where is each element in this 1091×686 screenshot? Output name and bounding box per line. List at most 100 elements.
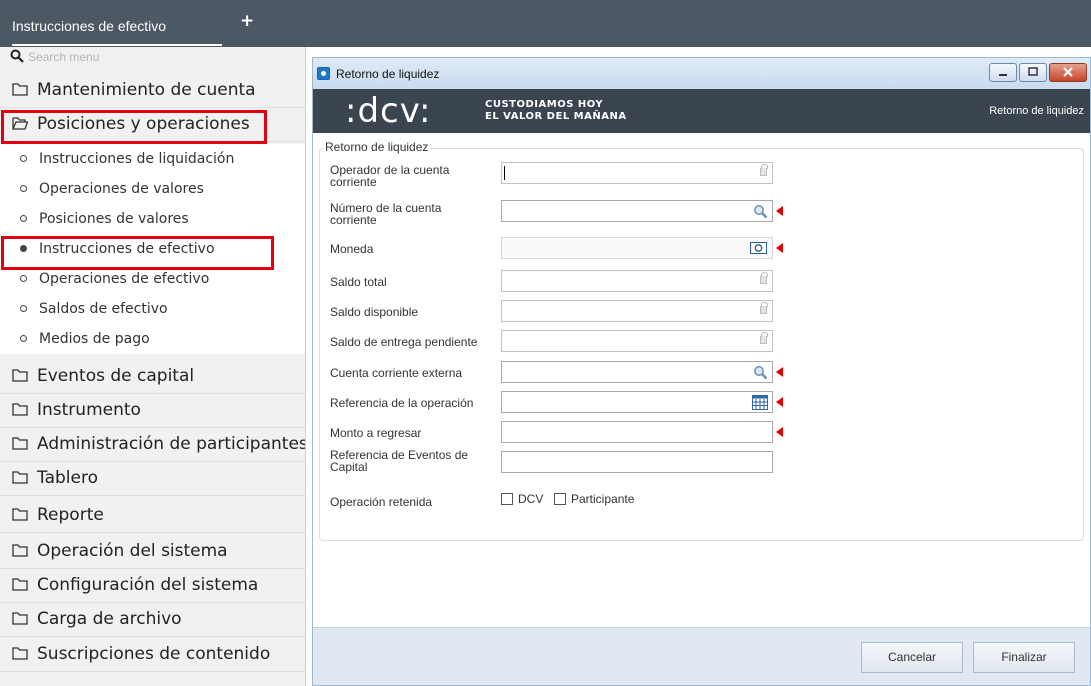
menu-label: Mantenimiento de cuenta [37, 80, 256, 100]
folder-icon [12, 403, 28, 416]
referencia-eventos-field[interactable] [501, 451, 773, 473]
folder-icon [12, 83, 28, 96]
menu-item-instrumento[interactable]: Instrumento [0, 394, 305, 428]
close-button[interactable] [1049, 63, 1087, 82]
menu-label: Configuración del sistema [37, 575, 259, 595]
menu-label: Instrumento [37, 400, 141, 420]
calendar-icon[interactable] [752, 395, 768, 410]
form-area: Retorno de liquidez Operador de la cuent… [313, 133, 1090, 627]
minimize-button[interactable] [989, 63, 1017, 82]
menu-label: Operación del sistema [37, 541, 228, 561]
menu-item-administracion-de-participantes[interactable]: Administración de participantes [0, 428, 306, 462]
bullet-icon [20, 185, 27, 192]
form-legend: Retorno de liquidez [323, 140, 431, 154]
required-marker [776, 206, 783, 216]
menu-label: Reporte [37, 505, 104, 525]
folder-icon [12, 647, 28, 660]
submenu-item-posiciones-de-valores[interactable]: Posiciones de valores [0, 204, 305, 234]
bullet-icon [20, 155, 27, 162]
label-saldo-entrega-pendiente: Saldo de entrega pendiente [330, 335, 478, 349]
label-cuenta-externa: Cuenta corriente externa [330, 366, 463, 380]
menu-item-eventos-de-capital[interactable]: Eventos de capital [0, 360, 305, 394]
checkbox-box[interactable] [554, 493, 566, 505]
label-numero-cuenta: Número de la cuenta corriente [330, 201, 442, 227]
slogan-line-2: EL VALOR DEL MAÑANA [485, 111, 627, 122]
required-marker [776, 397, 783, 407]
dialog-retorno-de-liquidez: Retorno de liquidez :dcv: CUSTODIAMOS HO… [312, 57, 1091, 686]
label-monto-regresar: Monto a regresar [330, 426, 422, 440]
checkbox-box[interactable] [501, 493, 513, 505]
menu-label: Administración de participantes [37, 434, 306, 454]
menu-item-mantenimiento-de-cuenta[interactable]: Mantenimiento de cuenta [0, 74, 305, 108]
currency-icon[interactable] [750, 242, 767, 254]
label-operacion-retenida: Operación retenida [330, 495, 433, 509]
operador-field[interactable] [501, 162, 773, 184]
menu-item-carga-de-archivo[interactable]: Carga de archivo [0, 603, 305, 637]
menu-item-configuracion-del-sistema[interactable]: Configuración del sistema [0, 569, 305, 603]
moneda-field[interactable] [501, 237, 773, 259]
folder-icon [12, 471, 28, 484]
submenu-label: Posiciones de valores [39, 211, 189, 227]
minimize-icon [999, 74, 1007, 76]
window-titlebar: Retorno de liquidez [313, 58, 1090, 89]
referencia-operacion-field[interactable] [501, 391, 773, 413]
menu-item-reporte[interactable]: Reporte [0, 499, 305, 533]
checkbox-label: Participante [571, 492, 635, 506]
menu-label: Eventos de capital [37, 366, 195, 386]
menu-label: Suscripciones de contenido [37, 644, 271, 664]
submenu-item-saldos-de-efectivo[interactable]: Saldos de efectivo [0, 294, 305, 324]
window-title: Retorno de liquidez [336, 67, 440, 81]
label-operador: Operador de la cuenta corriente [330, 163, 450, 189]
lock-icon [760, 272, 768, 284]
folder-icon [12, 508, 28, 521]
menu-item-operacion-del-sistema[interactable]: Operación del sistema [0, 535, 305, 569]
monto-regresar-field[interactable] [501, 421, 773, 443]
folder-icon [12, 369, 28, 382]
submenu-item-instrucciones-de-liquidacion[interactable]: Instrucciones de liquidación [0, 144, 305, 174]
lock-icon [760, 164, 768, 176]
folder-icon [12, 612, 28, 625]
label-referencia-eventos: Referencia de Eventos de Capital [330, 448, 469, 474]
banner: :dcv: CUSTODIAMOS HOY EL VALOR DEL MAÑAN… [313, 89, 1090, 133]
add-tab-button[interactable]: + [240, 11, 254, 31]
submenu-item-medios-de-pago[interactable]: Medios de pago [0, 324, 305, 354]
checkbox-participante[interactable]: Participante [554, 492, 634, 506]
cancel-button[interactable]: Cancelar [861, 642, 963, 673]
bullet-icon [20, 215, 27, 222]
label-saldo-disponible: Saldo disponible [330, 305, 419, 319]
search-icon[interactable] [753, 204, 768, 219]
saldo-disponible-field [501, 300, 773, 322]
search-icon [10, 49, 24, 63]
cuenta-externa-field[interactable] [501, 361, 773, 383]
saldo-entrega-pendiente-field [501, 330, 773, 352]
required-marker [776, 243, 783, 253]
search-icon[interactable] [753, 365, 768, 380]
top-bar: Instrucciones de efectivo + [0, 0, 1091, 47]
submenu-label: Saldos de efectivo [39, 301, 168, 317]
maximize-icon [1028, 67, 1038, 76]
bullet-icon [20, 275, 27, 282]
lock-icon [760, 302, 768, 314]
app-icon [317, 67, 330, 80]
search-menu[interactable]: Search menu [10, 49, 300, 73]
menu-label: Carga de archivo [37, 609, 182, 629]
label-saldo-total: Saldo total [330, 275, 387, 289]
menu-item-suscripciones-de-contenido[interactable]: Suscripciones de contenido [0, 638, 305, 672]
slogan-line-1: CUSTODIAMOS HOY [485, 99, 604, 110]
close-icon [1063, 67, 1073, 77]
checkbox-dcv[interactable]: DCV [501, 492, 543, 506]
folder-icon [12, 578, 28, 591]
menu-item-tablero[interactable]: Tablero [0, 462, 305, 496]
submenu-label: Medios de pago [39, 331, 150, 347]
submenu-label: Operaciones de efectivo [39, 271, 210, 287]
menu-label: Tablero [37, 468, 98, 488]
tab-instrucciones-de-efectivo[interactable]: Instrucciones de efectivo [12, 10, 222, 46]
dcv-logo: :dcv: [345, 91, 432, 131]
numero-cuenta-field[interactable] [501, 200, 773, 222]
submenu-item-operaciones-de-valores[interactable]: Operaciones de valores [0, 174, 305, 204]
banner-page-title: Retorno de liquidez [989, 105, 1084, 117]
text-cursor [504, 166, 505, 180]
maximize-button[interactable] [1019, 63, 1047, 82]
saldo-total-field [501, 270, 773, 292]
finish-button[interactable]: Finalizar [973, 642, 1075, 673]
